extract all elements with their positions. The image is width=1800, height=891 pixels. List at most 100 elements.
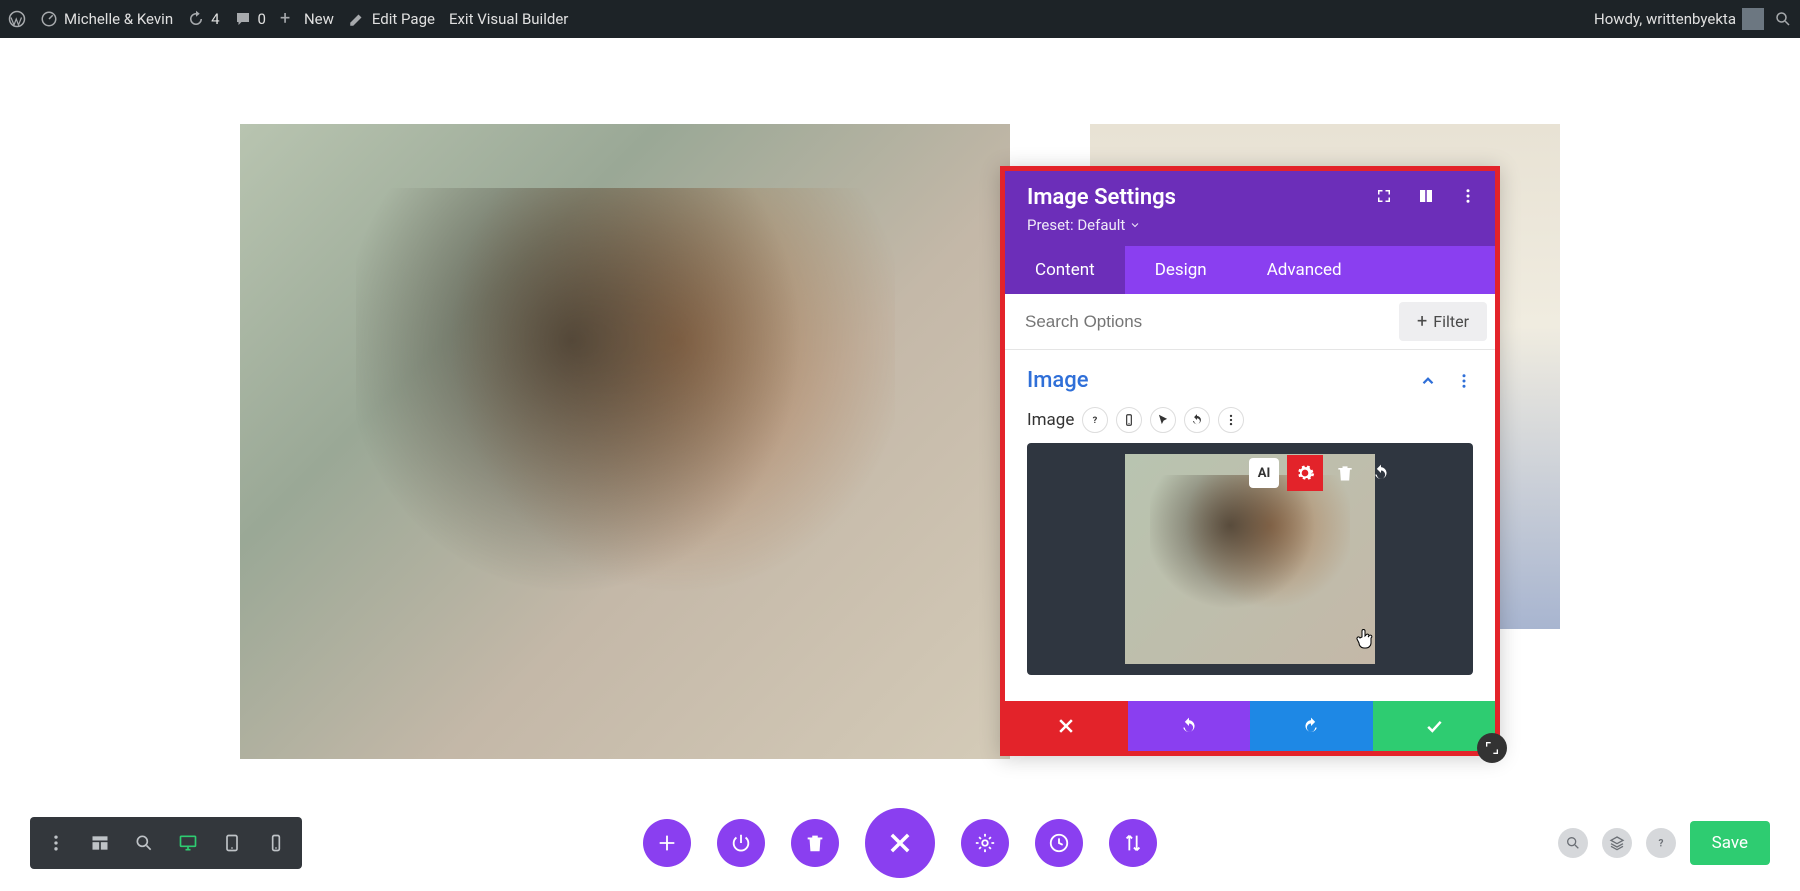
- snap-icon[interactable]: [1417, 187, 1435, 205]
- phone-icon: [1122, 413, 1136, 427]
- edit-page-label: Edit Page: [372, 10, 435, 28]
- resize-handle[interactable]: [1477, 733, 1507, 763]
- plus-icon: +: [1417, 313, 1427, 331]
- redo-button[interactable]: [1250, 701, 1373, 751]
- panel-footer: [1005, 701, 1495, 751]
- thumb-toolbar: AI: [1249, 455, 1395, 491]
- group-header-image[interactable]: Image: [1027, 368, 1473, 393]
- clock-icon: [1048, 832, 1070, 854]
- exit-visual-builder[interactable]: Exit Visual Builder: [449, 10, 568, 28]
- reset-button[interactable]: [1184, 407, 1210, 433]
- chevron-up-icon[interactable]: [1419, 372, 1437, 390]
- wireframe-view-button[interactable]: [80, 823, 120, 863]
- ai-button[interactable]: AI: [1249, 458, 1279, 488]
- plus-icon: +: [280, 10, 298, 28]
- builder-center-actions: [643, 808, 1157, 878]
- clear-button[interactable]: [791, 819, 839, 867]
- history-button[interactable]: [1035, 819, 1083, 867]
- cursor-icon: [1156, 413, 1170, 427]
- panel-body: Image Image ? AI: [1005, 350, 1495, 701]
- save-button[interactable]: Save: [1690, 821, 1770, 865]
- arrows-icon: [1122, 832, 1144, 854]
- hover-button[interactable]: [1150, 407, 1176, 433]
- resize-icon: [1484, 740, 1500, 756]
- image-upload-area[interactable]: AI: [1027, 443, 1473, 675]
- comments-link[interactable]: 0: [234, 10, 266, 28]
- preset-selector[interactable]: Preset: Default: [1027, 216, 1473, 234]
- exit-vb-label: Exit Visual Builder: [449, 10, 568, 28]
- tab-content[interactable]: Content: [1005, 246, 1125, 294]
- power-icon: [730, 832, 752, 854]
- greeting: Howdy, writtenbyekta: [1594, 10, 1736, 28]
- power-button[interactable]: [717, 819, 765, 867]
- undo-icon: [1190, 413, 1204, 427]
- portability-button[interactable]: [1109, 819, 1157, 867]
- more-icon[interactable]: [1455, 372, 1473, 390]
- plus-icon: [656, 832, 678, 854]
- delete-image-button[interactable]: [1331, 459, 1359, 487]
- updates-link[interactable]: 4: [187, 10, 219, 28]
- desktop-view-button[interactable]: [168, 823, 208, 863]
- cancel-button[interactable]: [1005, 701, 1128, 751]
- group-title: Image: [1027, 368, 1089, 393]
- undo-button[interactable]: [1128, 701, 1251, 751]
- panel-search-row: +Filter: [1005, 294, 1495, 350]
- tab-advanced[interactable]: Advanced: [1237, 246, 1372, 294]
- zoom-icon: [134, 833, 154, 853]
- image-settings-gear-button[interactable]: [1287, 455, 1323, 491]
- close-icon: [1056, 716, 1076, 736]
- new-content-link[interactable]: + New: [280, 10, 334, 28]
- pencil-icon: [348, 10, 366, 28]
- reset-image-button[interactable]: [1367, 459, 1395, 487]
- help-button[interactable]: ?: [1082, 407, 1108, 433]
- help-icon: ?: [1088, 413, 1102, 427]
- avatar: [1742, 8, 1764, 30]
- page-canvas: Image Settings Preset: Default Content D…: [0, 38, 1800, 891]
- tab-design[interactable]: Design: [1125, 246, 1237, 294]
- refresh-icon: [187, 10, 205, 28]
- option-more-button[interactable]: [1218, 407, 1244, 433]
- redo-icon: [1301, 716, 1321, 736]
- wordpress-icon: [8, 10, 26, 28]
- control-label: Image: [1027, 410, 1074, 430]
- desktop-icon: [178, 833, 198, 853]
- control-label-row: Image ?: [1027, 407, 1473, 433]
- updates-count: 4: [211, 10, 219, 28]
- add-button[interactable]: [643, 819, 691, 867]
- builder-right-actions: ? Save: [1558, 821, 1770, 865]
- site-name: Michelle & Kevin: [64, 10, 173, 28]
- filter-button[interactable]: +Filter: [1399, 302, 1487, 341]
- svg-text:?: ?: [1093, 415, 1098, 426]
- layers-button[interactable]: [1602, 828, 1632, 858]
- panel-header[interactable]: Image Settings Preset: Default: [1005, 171, 1495, 246]
- find-button[interactable]: [1558, 828, 1588, 858]
- page-settings-button[interactable]: [961, 819, 1009, 867]
- help-center-button[interactable]: ?: [1646, 828, 1676, 858]
- more-icon: [1224, 413, 1238, 427]
- account-menu[interactable]: Howdy, writtenbyekta: [1594, 8, 1764, 30]
- tablet-view-button[interactable]: [212, 823, 252, 863]
- search-toggle[interactable]: [1774, 10, 1792, 28]
- cursor-hand-indicator: [1353, 627, 1377, 651]
- search-options-input[interactable]: [1005, 296, 1391, 348]
- page-image-left[interactable]: [240, 124, 1010, 759]
- undo-icon: [1179, 716, 1199, 736]
- tablet-icon: [222, 833, 242, 853]
- zoom-view-button[interactable]: [124, 823, 164, 863]
- responsive-button[interactable]: [1116, 407, 1142, 433]
- expand-icon[interactable]: [1375, 187, 1393, 205]
- wireframe-icon: [90, 833, 110, 853]
- new-label: New: [304, 10, 334, 28]
- builder-bottom-bar: ? Save: [0, 813, 1800, 873]
- gear-icon: [974, 832, 996, 854]
- mobile-view-button[interactable]: [256, 823, 296, 863]
- more-icon[interactable]: [1459, 187, 1477, 205]
- close-builder-button[interactable]: [865, 808, 935, 878]
- trash-icon: [804, 832, 826, 854]
- site-name-link[interactable]: Michelle & Kevin: [40, 10, 173, 28]
- wp-admin-bar: Michelle & Kevin 4 0 + New Edit Page Exit…: [0, 0, 1800, 38]
- wp-logo-menu[interactable]: [8, 10, 26, 28]
- menu-button[interactable]: [36, 823, 76, 863]
- view-controls-box: [30, 817, 302, 869]
- edit-page-link[interactable]: Edit Page: [348, 10, 435, 28]
